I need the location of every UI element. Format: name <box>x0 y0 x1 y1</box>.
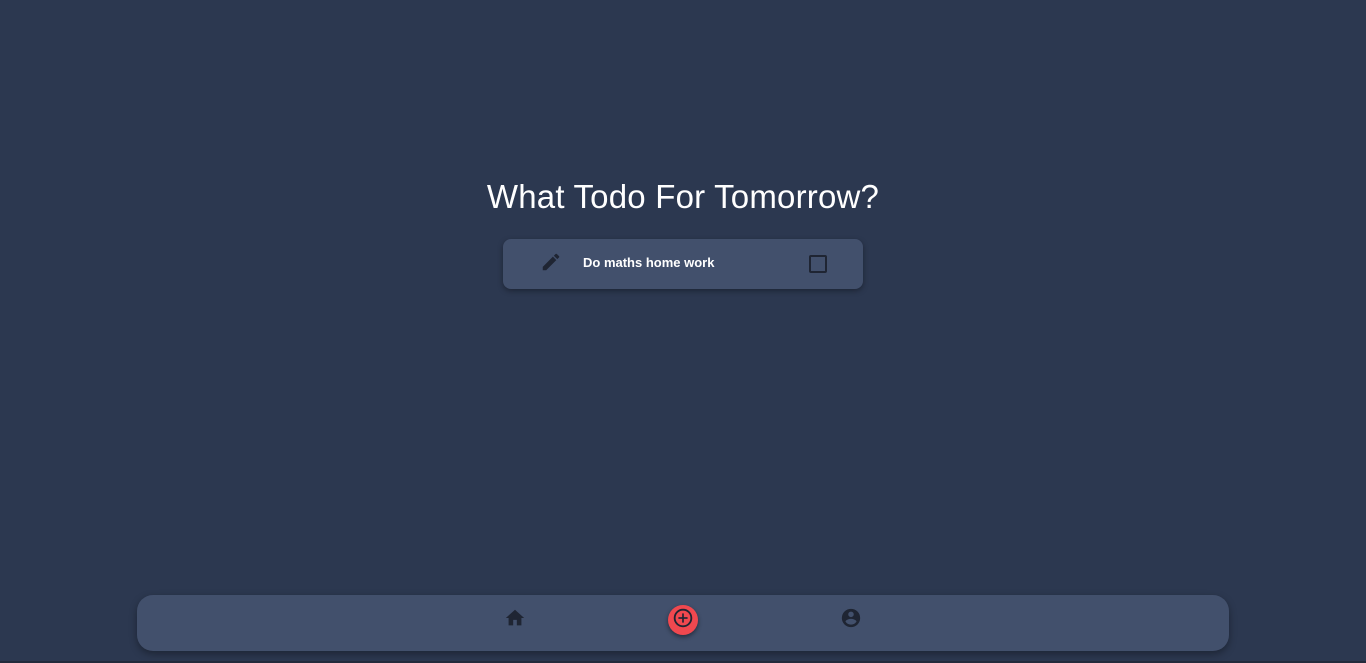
todo-complete-checkbox[interactable] <box>809 255 827 273</box>
pencil-icon <box>540 251 562 278</box>
add-todo-button[interactable] <box>668 605 698 635</box>
edit-todo-button[interactable] <box>538 251 564 277</box>
page-title: What Todo For Tomorrow? <box>486 178 880 215</box>
home-nav-button[interactable] <box>500 605 530 635</box>
add-circle-icon <box>673 608 693 633</box>
account-circle-icon <box>840 607 862 634</box>
app-page: What Todo For Tomorrow? Do maths home wo… <box>0 0 1366 663</box>
todo-item-text: Do maths home work <box>583 255 715 270</box>
home-icon <box>504 607 526 634</box>
profile-nav-button[interactable] <box>836 605 866 635</box>
